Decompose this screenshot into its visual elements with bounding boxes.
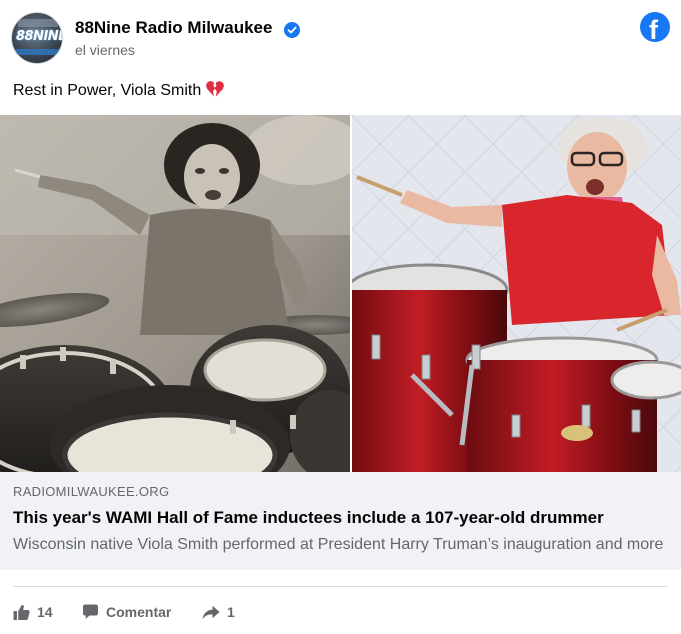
link-domain: RADIOMILWAUKEE.ORG — [13, 484, 170, 499]
post-header: 88NINE 88Nine Radio Milwaukee el viernes… — [0, 0, 681, 66]
thumbs-up-icon — [13, 604, 30, 620]
like-count: 14 — [37, 604, 53, 620]
post-photo[interactable] — [0, 115, 681, 472]
broken-heart-icon — [205, 80, 225, 103]
avatar-stripe — [12, 49, 62, 55]
post-timestamp[interactable]: el viernes — [75, 42, 135, 58]
like-button[interactable]: 14 — [13, 598, 53, 626]
comment-button[interactable]: Comentar — [82, 598, 171, 626]
post-text: Rest in Power, Viola Smith — [13, 80, 225, 103]
facebook-logo-icon[interactable]: f — [640, 12, 670, 42]
link-description: Wisconsin native Viola Smith performed a… — [13, 536, 664, 553]
photo-vintage-drummer — [0, 115, 350, 472]
comment-icon — [83, 604, 98, 619]
photo-elderly-drummer — [352, 115, 681, 472]
share-button[interactable]: 1 — [202, 598, 235, 626]
post-actions: 14 Comentar 1 — [0, 598, 681, 628]
comment-label: Comentar — [106, 604, 172, 620]
share-arrow-icon — [202, 605, 220, 619]
page-name[interactable]: 88Nine Radio Milwaukee — [75, 18, 272, 38]
page-avatar[interactable]: 88NINE — [11, 12, 63, 64]
share-count: 1 — [227, 604, 235, 620]
avatar-building-shape — [18, 19, 58, 27]
divider — [13, 586, 668, 587]
post-message: Rest in Power, Viola Smith — [13, 82, 202, 99]
verified-badge-icon — [284, 22, 300, 38]
link-preview[interactable]: RADIOMILWAUKEE.ORG This year's WAMI Hall… — [0, 472, 681, 570]
link-title[interactable]: This year's WAMI Hall of Fame inductees … — [13, 508, 668, 528]
avatar-logo-text: 88NINE — [16, 29, 63, 44]
